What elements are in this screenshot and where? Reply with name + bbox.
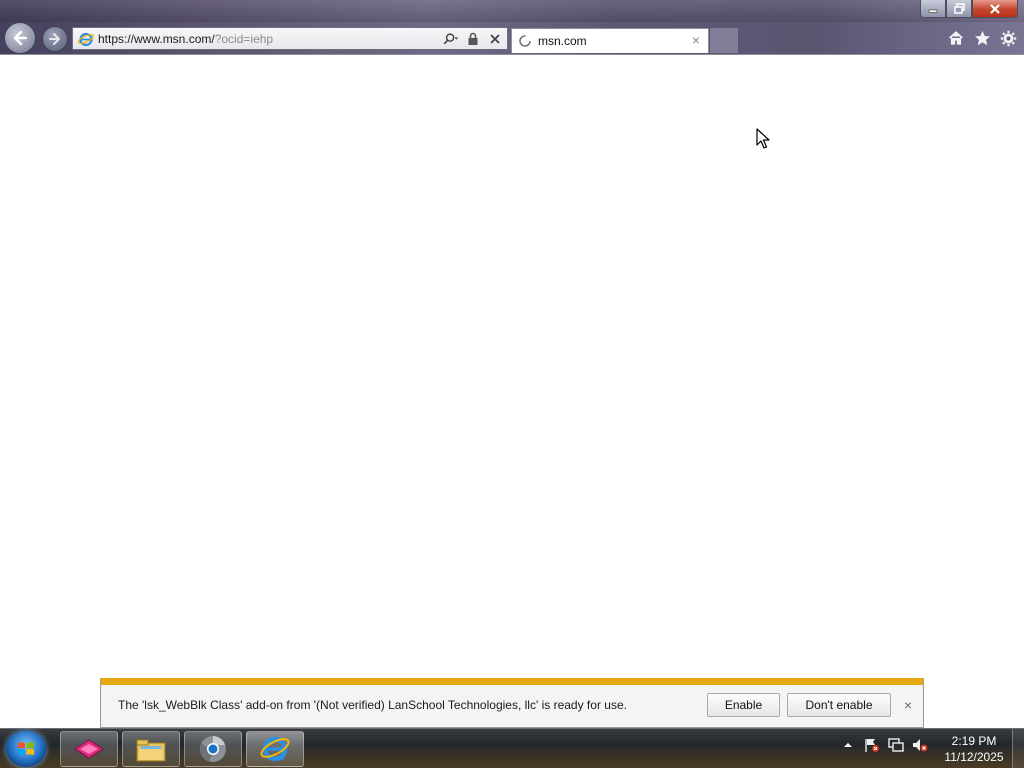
back-button[interactable]: [4, 22, 36, 54]
network-icon: [888, 738, 904, 752]
ie-page-icon: [78, 32, 94, 46]
volume-muted-icon: [913, 739, 928, 752]
network-button[interactable]: [888, 737, 904, 753]
clock-time: 2:19 PM: [951, 734, 997, 748]
addon-notification-bar: The 'lsk_WebBlk Class' add-on from '(Not…: [100, 678, 924, 728]
close-window-button[interactable]: [972, 0, 1018, 18]
system-tray: [840, 737, 928, 753]
window-controls: [920, 0, 1018, 18]
action-center-button[interactable]: [864, 737, 880, 753]
clock-date: 11/12/2025: [944, 750, 1004, 764]
notification-message: The 'lsk_WebBlk Class' add-on from '(Not…: [118, 698, 627, 712]
favorites-button[interactable]: [972, 28, 992, 48]
page-content[interactable]: [0, 55, 1024, 728]
taskbar-chrome[interactable]: [184, 731, 242, 767]
url-query: ?ocid=iehp: [214, 31, 274, 46]
loading-spinner-icon: [519, 35, 531, 47]
restore-icon: [953, 3, 965, 14]
new-tab-button[interactable]: [710, 28, 738, 53]
browser-title-bar: https://www.msn.com/?ocid=iehp msn.com ×: [0, 0, 1024, 55]
restore-button[interactable]: [946, 0, 972, 18]
forward-arrow-icon: [49, 33, 60, 45]
tab-title: msn.com: [538, 34, 587, 48]
minimize-button[interactable]: [920, 0, 946, 18]
show-hidden-icons-button[interactable]: [840, 737, 856, 753]
command-icons: [946, 28, 1018, 48]
home-button[interactable]: [946, 28, 966, 48]
minimize-icon: [928, 9, 938, 13]
mouse-cursor-icon: [756, 128, 770, 149]
tab-close-button[interactable]: ×: [689, 33, 703, 47]
taskbar: 2:19 PM 11/12/2025: [0, 728, 1024, 768]
dont-enable-button[interactable]: Don't enable: [787, 693, 891, 717]
home-icon: [949, 31, 963, 45]
taskbar-internet-explorer[interactable]: [246, 731, 304, 767]
file-explorer-icon: [136, 739, 166, 762]
taskbar-clock[interactable]: 2:19 PM 11/12/2025: [940, 733, 1008, 765]
action-center-flag-icon: [865, 739, 879, 752]
stop-x-icon: [490, 33, 500, 44]
tools-button[interactable]: [998, 28, 1018, 48]
start-button[interactable]: [6, 731, 46, 767]
lanschool-app-icon: [74, 739, 104, 759]
chrome-icon: [200, 736, 226, 762]
back-arrow-icon: [13, 30, 28, 46]
tools-gear-icon: [1000, 30, 1016, 46]
windows-logo-icon: [18, 742, 34, 755]
show-hidden-icons-arrow: [844, 743, 852, 747]
address-bar[interactable]: https://www.msn.com/?ocid=iehp: [72, 27, 508, 50]
stop-button[interactable]: [487, 30, 503, 47]
taskbar-file-explorer[interactable]: [122, 731, 180, 767]
search-icon: [443, 32, 459, 44]
internet-explorer-icon: [260, 736, 290, 762]
forward-button[interactable]: [42, 26, 68, 52]
lock-icon: [468, 32, 478, 45]
tab-msn[interactable]: msn.com ×: [511, 28, 709, 53]
search-dropdown-button[interactable]: [443, 30, 459, 47]
show-desktop-button[interactable]: [1012, 729, 1024, 768]
favorites-star-icon: [974, 30, 990, 45]
volume-button[interactable]: [912, 737, 928, 753]
close-icon: [990, 3, 1000, 14]
notification-close-button[interactable]: ×: [901, 697, 915, 713]
enable-button[interactable]: Enable: [707, 693, 780, 717]
security-lock-button[interactable]: [465, 30, 481, 47]
url-host: https://www.msn.com/: [98, 31, 215, 46]
taskbar-lanschool[interactable]: [60, 731, 118, 767]
